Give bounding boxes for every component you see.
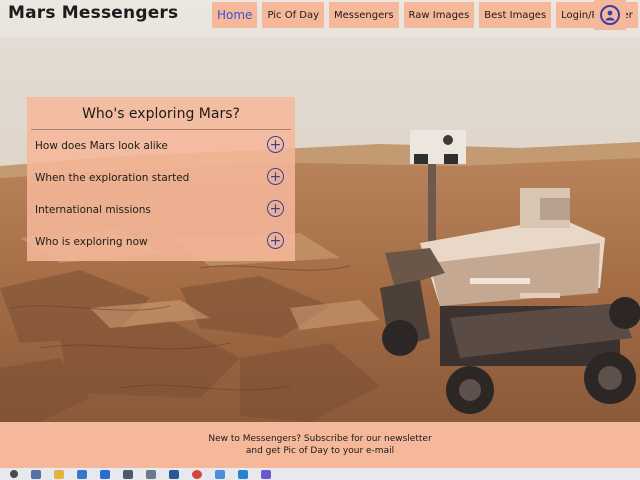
plus-circle-icon[interactable]: + — [267, 168, 284, 185]
taskview-icon[interactable] — [31, 469, 41, 479]
search-icon[interactable] — [10, 470, 18, 478]
accordion-title: Who's exploring Mars? — [82, 106, 240, 122]
accordion-item-international-missions[interactable]: International missions + — [27, 194, 295, 226]
main-nav: Home Pic Of Day Messengers Raw Images Be… — [212, 2, 638, 28]
nav-pic-of-day[interactable]: Pic Of Day — [262, 2, 325, 28]
word-icon[interactable] — [169, 469, 179, 479]
page: Mars Messengers Home Pic Of Day Messenge… — [0, 0, 640, 480]
nav-home[interactable]: Home — [212, 2, 258, 28]
nav-raw-images[interactable]: Raw Images — [403, 2, 475, 28]
newsletter-text-line2: and get Pic of Day to your e-mail — [245, 446, 395, 456]
settings-icon[interactable] — [146, 469, 156, 479]
account-button[interactable] — [594, 0, 626, 30]
app-icon[interactable] — [215, 469, 225, 479]
accordion-item-label: Who is exploring now — [35, 236, 148, 248]
newsletter-footer: New to Messengers? Subscribe for our new… — [0, 422, 640, 468]
site-logo[interactable]: Mars Messengers — [8, 3, 178, 23]
nav-best-images[interactable]: Best Images — [479, 2, 552, 28]
nav-messengers[interactable]: Messengers — [329, 2, 399, 28]
store-icon[interactable] — [77, 469, 87, 479]
vscode-icon[interactable] — [238, 469, 248, 479]
plus-circle-icon[interactable]: + — [267, 200, 284, 217]
folder-icon[interactable] — [54, 469, 64, 479]
accordion-item-exploration-start[interactable]: When the exploration started + — [27, 162, 295, 194]
mail-icon[interactable] — [100, 469, 110, 479]
exploration-accordion: Who's exploring Mars? How does Mars look… — [27, 97, 295, 261]
accordion-item-mars-look[interactable]: How does Mars look alike + — [27, 130, 295, 162]
accordion-item-label: International missions — [35, 204, 151, 216]
header: Mars Messengers Home Pic Of Day Messenge… — [0, 0, 640, 34]
newsletter-text-line1: New to Messengers? Subscribe for our new… — [208, 434, 432, 444]
user-icon — [600, 5, 620, 25]
browser-icon[interactable] — [192, 469, 202, 479]
accordion-item-label: How does Mars look alike — [35, 140, 168, 152]
accordion-item-who-exploring[interactable]: Who is exploring now + — [27, 226, 295, 258]
plus-circle-icon[interactable]: + — [267, 136, 284, 153]
camera-icon[interactable] — [123, 469, 133, 479]
os-taskbar — [0, 468, 640, 480]
accordion-item-label: When the exploration started — [35, 172, 190, 184]
plus-circle-icon[interactable]: + — [267, 232, 284, 249]
app-icon[interactable] — [261, 469, 271, 479]
